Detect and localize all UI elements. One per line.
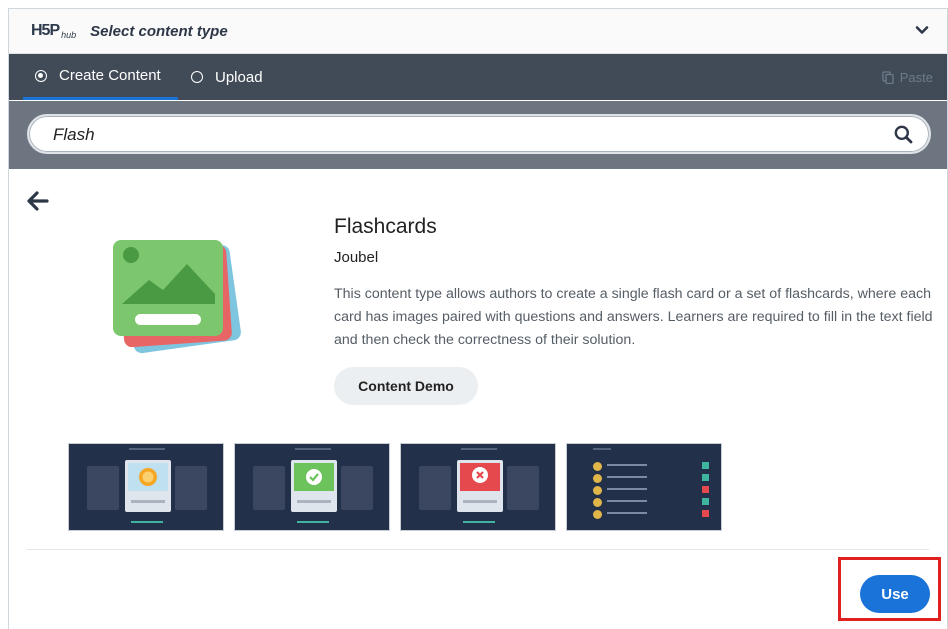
screenshot-thumbnail[interactable] xyxy=(566,443,722,531)
tab-upload[interactable]: Upload xyxy=(191,54,263,100)
cross-image-icon xyxy=(460,463,500,491)
thumb-row-image xyxy=(593,474,602,483)
thumb-result-row xyxy=(593,486,709,495)
thumb-ghost-card xyxy=(87,466,119,510)
thumb-row-image xyxy=(593,462,602,471)
content-type-owner: Joubel xyxy=(334,249,379,266)
thumb-result-row xyxy=(593,510,709,519)
search-box[interactable] xyxy=(27,114,931,154)
thumb-row-image xyxy=(593,498,602,507)
divider xyxy=(27,549,929,550)
thumb-header xyxy=(461,448,497,450)
thumb-cross-mark xyxy=(702,486,709,493)
thumb-ghost-card xyxy=(175,466,207,510)
chevron-down-icon[interactable] xyxy=(915,23,929,37)
thumb-row-text xyxy=(607,500,647,502)
use-button[interactable]: Use xyxy=(860,575,930,613)
radio-selected-icon xyxy=(35,69,47,82)
thumb-ghost-card xyxy=(419,466,451,510)
thumb-header xyxy=(129,448,165,450)
thumb-input-line xyxy=(131,500,165,503)
thumb-input-line xyxy=(463,500,497,503)
thumb-header xyxy=(593,448,611,450)
thumb-row-text xyxy=(607,488,647,490)
thumb-check-mark xyxy=(702,462,709,469)
thumb-check-mark xyxy=(702,474,709,481)
screenshot-thumbnail[interactable] xyxy=(400,443,556,531)
tab-label: Create Content xyxy=(59,67,161,84)
thumb-header xyxy=(295,448,331,450)
hub-header[interactable]: H5P hub Select content type xyxy=(9,9,947,54)
thumb-card xyxy=(125,460,171,512)
paste-icon xyxy=(882,70,894,84)
thumb-row-text xyxy=(607,512,647,514)
thumb-card xyxy=(291,460,337,512)
thumb-row-text xyxy=(607,476,647,478)
orange-image-icon xyxy=(128,463,168,491)
thumb-cross-mark xyxy=(702,510,709,517)
h5p-logo: H5P hub xyxy=(31,22,76,40)
thumb-progress xyxy=(131,521,163,523)
tab-label: Upload xyxy=(215,68,263,86)
h5p-hub: H5P hub Select content type Create Conte… xyxy=(8,8,948,629)
thumb-ghost-card xyxy=(507,466,539,510)
search-icon[interactable] xyxy=(894,125,913,144)
radio-icon xyxy=(191,71,203,83)
hub-title: Select content type xyxy=(90,22,228,40)
thumb-row-image xyxy=(593,486,602,495)
logo-text: H5P xyxy=(31,22,60,39)
thumb-progress xyxy=(463,521,495,523)
paste-label: Paste xyxy=(899,69,933,85)
search-input[interactable] xyxy=(51,116,875,154)
thumb-check-mark xyxy=(702,498,709,505)
thumb-row-image xyxy=(593,510,602,519)
content-type-title: Flashcards xyxy=(334,215,437,238)
arrow-left-icon[interactable] xyxy=(27,191,49,211)
thumb-ghost-card xyxy=(341,466,373,510)
thumb-card xyxy=(457,460,503,512)
thumb-result-row xyxy=(593,474,709,483)
search-bar xyxy=(9,101,947,169)
content-demo-button[interactable]: Content Demo xyxy=(334,367,478,405)
thumb-result-row xyxy=(593,462,709,471)
check-image-icon xyxy=(294,463,334,491)
thumb-result-row xyxy=(593,498,709,507)
flashcards-icon xyxy=(113,240,241,354)
screenshot-thumbnail[interactable] xyxy=(68,443,224,531)
tabs-bar: Create Content Upload Paste xyxy=(9,54,947,100)
screenshot-thumbnail[interactable] xyxy=(234,443,390,531)
thumb-row-text xyxy=(607,464,647,466)
logo-suffix: hub xyxy=(61,30,77,40)
thumb-input-line xyxy=(297,500,331,503)
thumb-ghost-card xyxy=(253,466,285,510)
paste-button[interactable]: Paste xyxy=(882,54,933,100)
thumb-progress xyxy=(297,521,329,523)
screenshot-carousel xyxy=(68,443,722,531)
content-type-description: This content type allows authors to crea… xyxy=(334,286,933,348)
tab-create-content[interactable]: Create Content xyxy=(23,54,178,100)
